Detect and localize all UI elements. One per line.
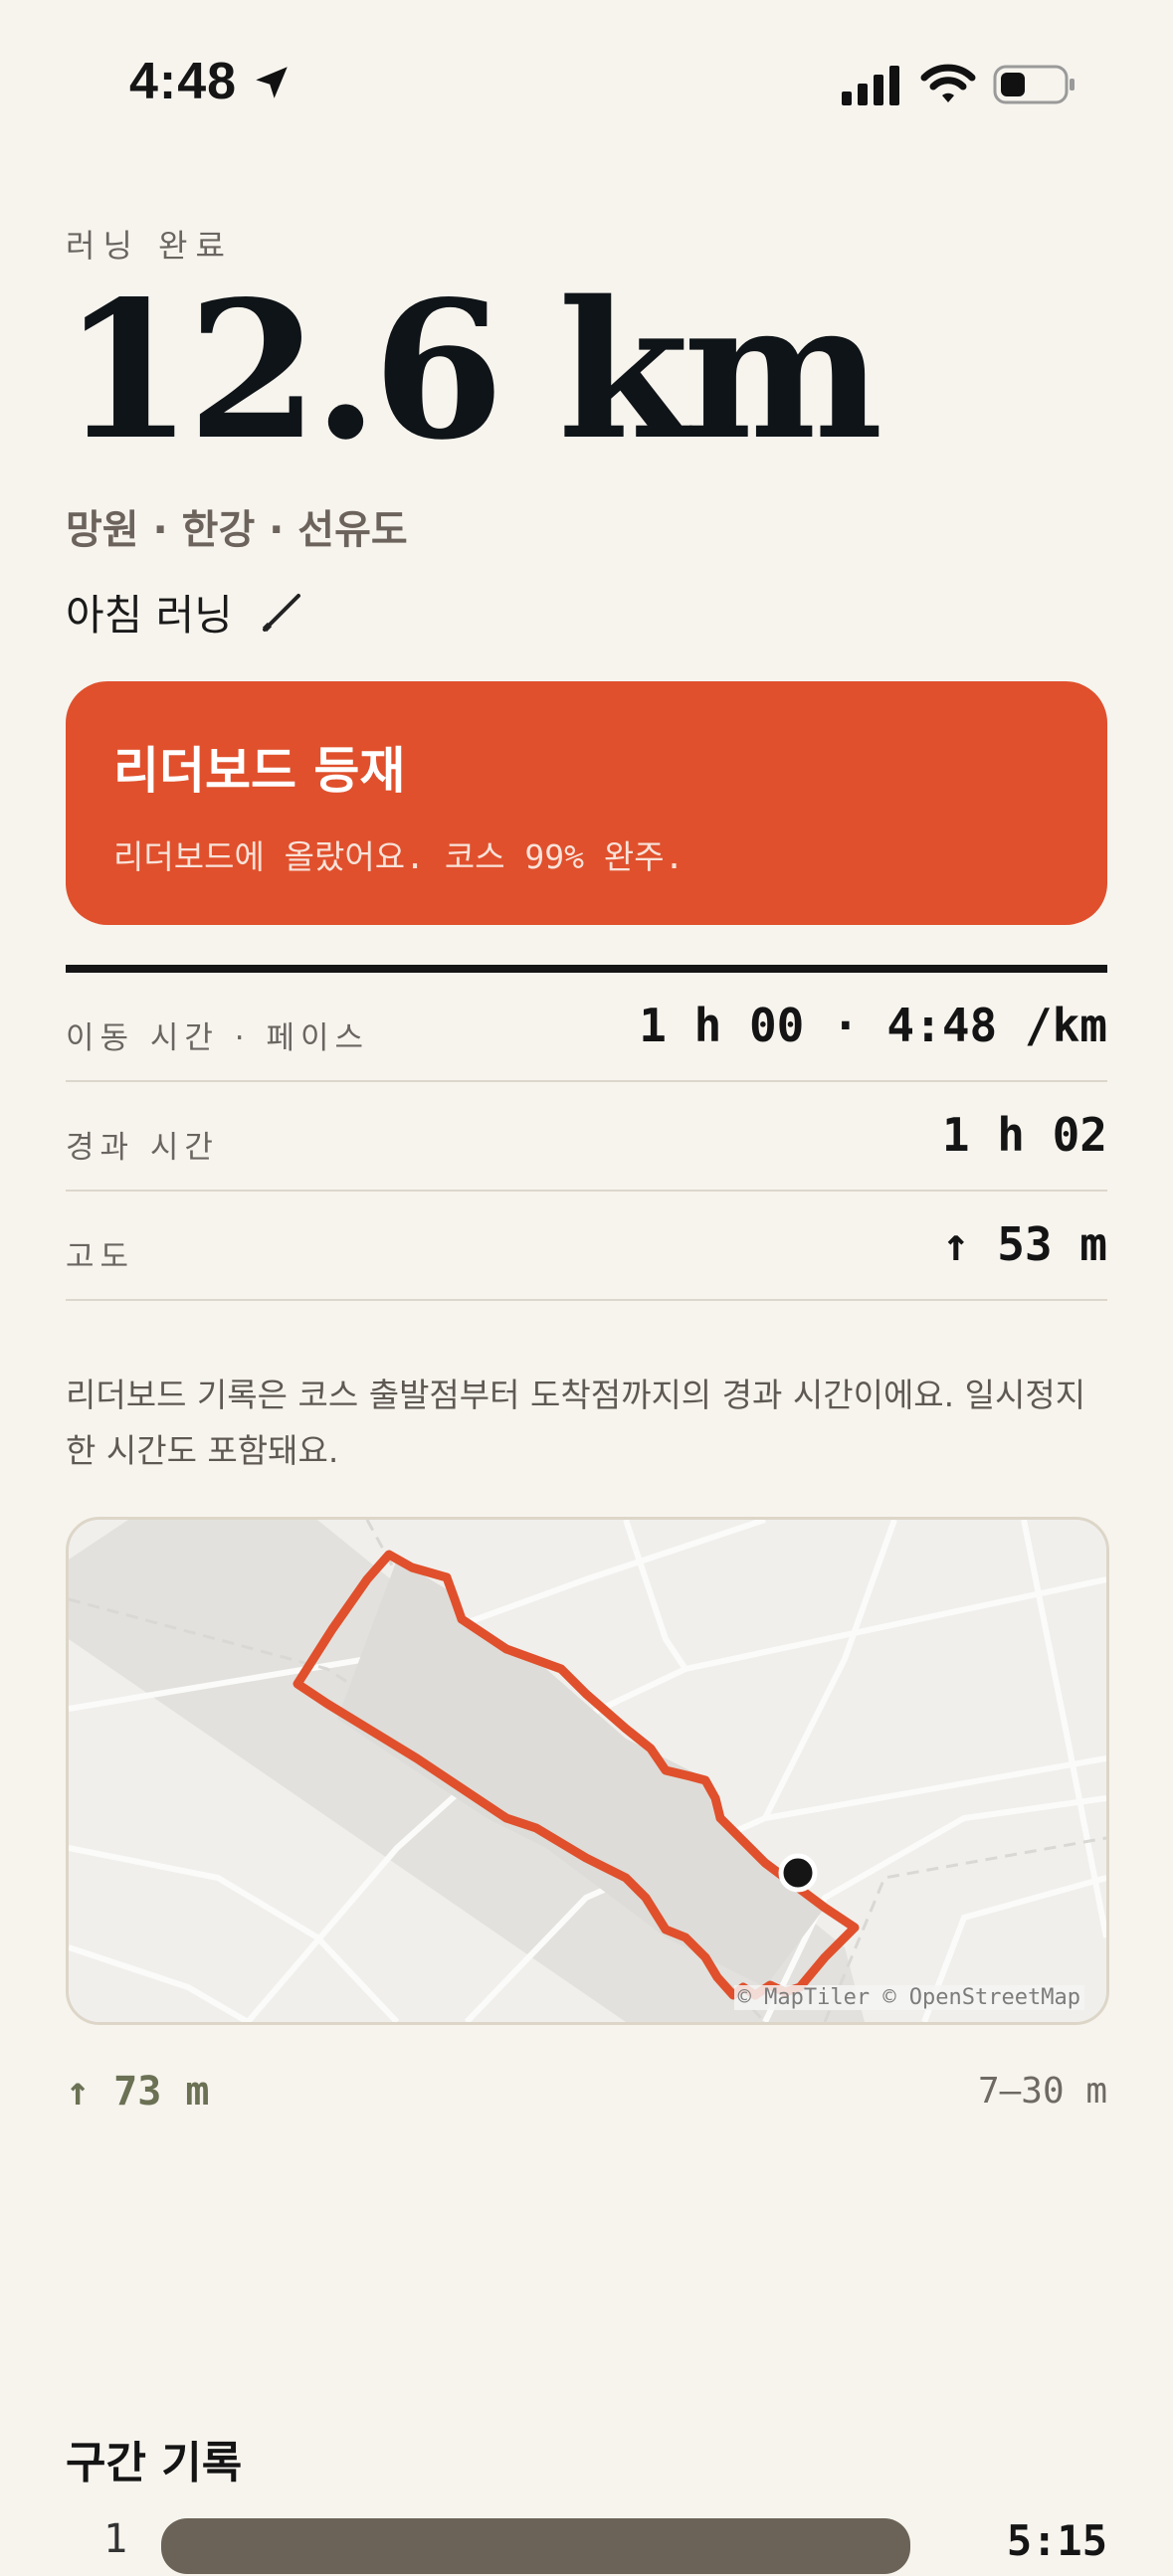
run-name: 아침 러닝	[66, 591, 233, 640]
stat-label: 경과 시간	[66, 1130, 219, 1166]
split-bar	[161, 2518, 910, 2574]
split-index: 1	[103, 2516, 128, 2562]
stat-value: 1 h 02	[941, 1108, 1107, 1162]
status-time: 4:48	[129, 53, 238, 110]
route-places: 망원 · 한강 · 선유도	[66, 507, 408, 553]
edit-pencil-icon[interactable]	[261, 592, 302, 634]
map-attribution: © MapTiler © OpenStreetMap	[733, 1985, 1084, 2010]
stat-row-elapsed-time: 경과 시간 1 h 02	[66, 1082, 1107, 1192]
split-row: 1 5:15	[66, 2516, 1107, 2576]
status-bar: 4:48	[0, 0, 1173, 169]
stats-divider	[66, 965, 1107, 973]
route-map[interactable]: © MapTiler © OpenStreetMap	[66, 1517, 1109, 2025]
leaderboard-note: 리더보드 기록은 코스 출발점부터 도착점까지의 경과 시간이에요. 일시정지한…	[66, 1376, 1086, 1470]
split-time: 5:15	[1006, 2516, 1107, 2565]
battery-icon	[993, 65, 1075, 104]
location-arrow-icon	[256, 67, 288, 98]
stat-value: 1 h 00 · 4:48 /km	[639, 999, 1107, 1052]
stat-value: ↑ 53 m	[941, 1217, 1107, 1271]
leaderboard-subtitle: 리더보드에 올랐어요. 코스 99% 완주.	[113, 837, 684, 876]
map-canvas	[69, 1520, 1106, 2022]
leaderboard-title: 리더보드 등재	[113, 742, 406, 800]
run-name-row[interactable]: 아침 러닝	[66, 582, 302, 643]
cellular-signal-icon	[842, 66, 899, 105]
elevation-range: 7–30 m	[977, 2071, 1107, 2112]
distance-value: 12.6 km	[62, 260, 883, 481]
stat-label: 이동 시간 · 페이스	[66, 1020, 370, 1056]
stat-row-elevation: 고도 ↑ 53 m	[66, 1192, 1107, 1301]
wifi-icon	[920, 64, 976, 102]
stat-label: 고도	[66, 1239, 135, 1275]
elevation-gain: ↑ 73 m	[66, 2069, 210, 2115]
stat-row-moving-time-pace: 이동 시간 · 페이스 1 h 00 · 4:48 /km	[66, 973, 1107, 1082]
splits-title: 구간 기록	[66, 2438, 243, 2488]
route-end-marker	[778, 1853, 818, 1893]
leaderboard-card[interactable]: 리더보드 등재 리더보드에 올랐어요. 코스 99% 완주.	[66, 681, 1107, 925]
